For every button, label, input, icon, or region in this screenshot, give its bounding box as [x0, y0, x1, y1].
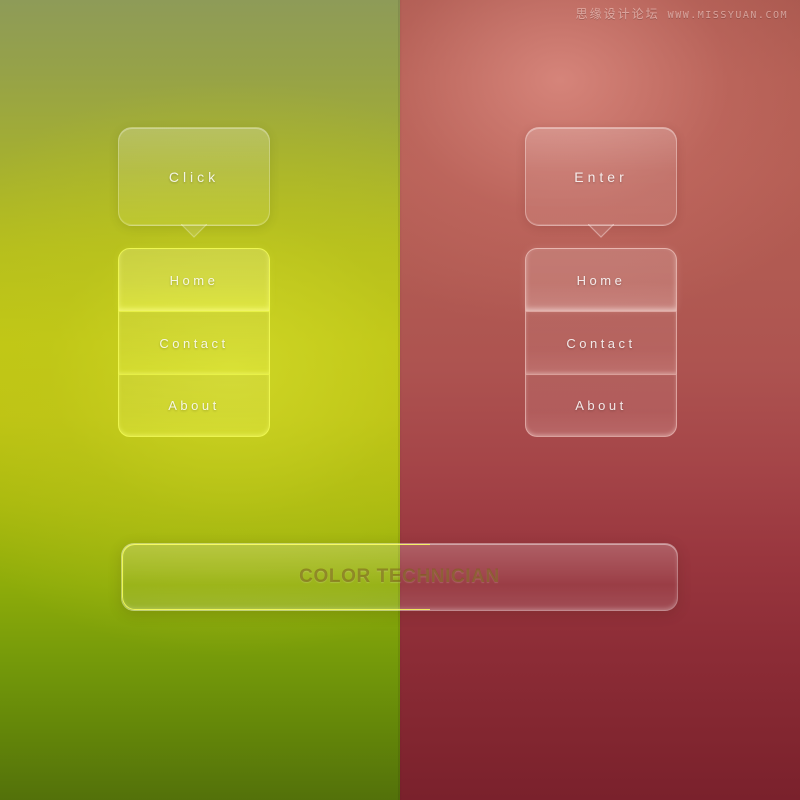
tooltip-tail-icon [181, 224, 207, 238]
menu-item-label: About [168, 398, 220, 413]
widget-green: Click Home Contact About [118, 127, 270, 437]
menu-green: Home Contact About [118, 248, 270, 437]
tooltip-label: Click [168, 168, 220, 185]
tooltip-label: Enter [574, 168, 628, 185]
watermark-url: WWW.MISSYUAN.COM [667, 10, 788, 21]
menu-item-label: Contact [566, 335, 636, 351]
menu-red: Home Contact About [525, 248, 677, 437]
color-technician-label: COLOR TECHNICIAN [299, 566, 500, 587]
watermark: 思缘设计论坛 WWW.MISSYUAN.COM [576, 5, 788, 22]
menu-item-label: Home [576, 272, 626, 288]
menu-item-contact[interactable]: Contact [118, 311, 270, 374]
menu-item-home[interactable]: Home [525, 248, 677, 311]
widget-red: Enter Home Contact About [525, 127, 677, 437]
menu-item-contact[interactable]: Contact [525, 311, 677, 374]
menu-item-label: Contact [159, 335, 229, 351]
menu-item-label: Home [169, 272, 219, 288]
menu-item-about[interactable]: About [118, 374, 270, 437]
tooltip-bubble-enter[interactable]: Enter [525, 127, 677, 238]
menu-item-about[interactable]: About [525, 374, 677, 437]
menu-item-home[interactable]: Home [118, 248, 270, 311]
watermark-site-name: 思缘设计论坛 [575, 7, 660, 21]
menu-item-label: About [575, 398, 627, 413]
ui-mockup-canvas: 思缘设计论坛 WWW.MISSYUAN.COM Click Home Conta… [0, 0, 800, 800]
tooltip-bubble-click[interactable]: Click [118, 127, 270, 238]
color-technician-bar[interactable]: COLOR TECHNICIAN [121, 543, 678, 611]
tooltip-tail-icon [588, 224, 614, 238]
